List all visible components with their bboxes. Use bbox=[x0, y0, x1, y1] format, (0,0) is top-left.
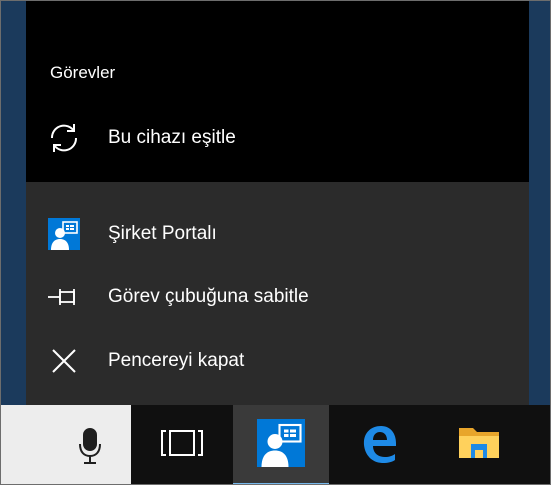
pin-icon bbox=[46, 279, 82, 315]
close-window-item[interactable]: Pencereyi kapat bbox=[26, 335, 529, 387]
edge-icon bbox=[359, 423, 399, 468]
pin-to-taskbar-item[interactable]: Görev çubuğuna sabitle bbox=[26, 271, 529, 323]
company-portal-item[interactable]: Şirket Portalı bbox=[26, 208, 529, 260]
microphone-button[interactable] bbox=[1, 405, 131, 484]
company-portal-icon bbox=[257, 419, 305, 472]
taskbar bbox=[1, 405, 550, 484]
desktop: Görevler Bu cihazı eşitle Şirket Portalı… bbox=[0, 0, 551, 485]
edge-button[interactable] bbox=[329, 405, 429, 484]
file-explorer-button[interactable] bbox=[429, 405, 529, 484]
company-portal-label: Şirket Portalı bbox=[108, 223, 217, 244]
close-window-label: Pencereyi kapat bbox=[108, 350, 245, 371]
task-view-icon bbox=[160, 428, 204, 463]
sync-icon bbox=[46, 120, 82, 156]
sync-device-item[interactable]: Bu cihazı eşitle bbox=[26, 112, 529, 164]
pin-to-taskbar-label: Görev çubuğuna sabitle bbox=[108, 286, 309, 307]
file-explorer-icon bbox=[457, 424, 501, 467]
taskbar-company-portal-button[interactable] bbox=[233, 405, 329, 484]
microphone-icon bbox=[79, 427, 101, 470]
sync-device-label: Bu cihazı eşitle bbox=[108, 127, 236, 148]
task-view-button[interactable] bbox=[131, 405, 233, 484]
jump-list: Görevler Bu cihazı eşitle Şirket Portalı… bbox=[26, 1, 529, 405]
company-portal-icon bbox=[46, 216, 82, 252]
close-icon bbox=[46, 343, 82, 379]
tasks-heading: Görevler bbox=[50, 63, 116, 82]
